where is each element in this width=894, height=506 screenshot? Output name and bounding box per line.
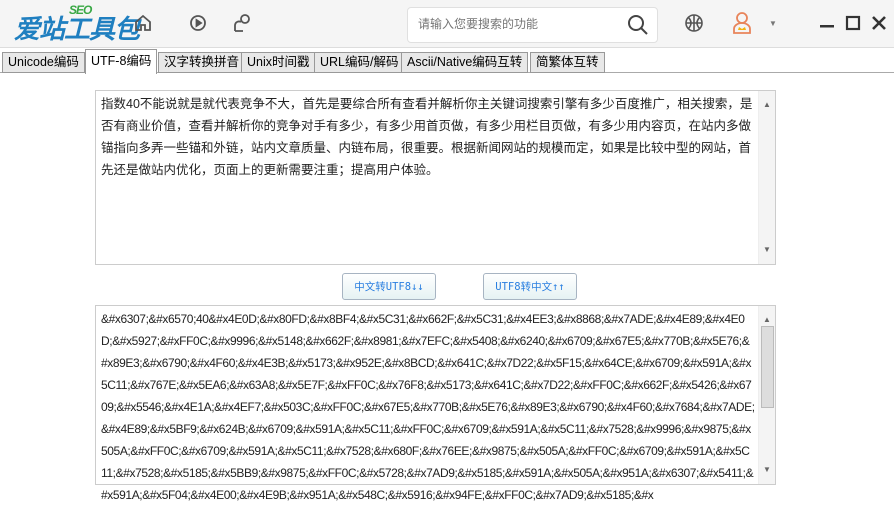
input-scrollbar[interactable]: ▲ ▼ [758,91,775,264]
input-text: 指数40不能说就是就代表竞争不大，首先是要综合所有查看并解析你主关键词搜索引擎有… [101,97,753,177]
home-icon[interactable] [125,5,161,41]
tab-utf8[interactable]: UTF-8编码 [85,49,158,74]
user-switch-icon[interactable] [224,5,260,41]
search-box[interactable] [407,7,658,43]
tab-unicode[interactable]: Unicode编码 [2,52,85,73]
output-textarea[interactable]: &#x6307;&#x6570;40&#x4E0D;&#x80FD;&#x8BF… [95,305,776,502]
scroll-down-icon[interactable]: ▼ [763,459,771,481]
app-logo: 爱站工具包 SEO [14,3,140,46]
tab-bar: Unicode编码 UTF-8编码 汉字转换拼音 Unix时间戳 URL编码/解… [0,49,894,74]
tab-url-encode[interactable]: URL编码/解码 [314,52,405,73]
scroll-down-icon[interactable]: ▼ [763,239,771,261]
tab-unix-timestamp[interactable]: Unix时间戳 [241,52,316,73]
search-input[interactable] [418,17,618,31]
to-chinese-button[interactable]: UTF8转中文↑↑ [483,273,577,300]
input-textarea[interactable]: 指数40不能说就是就代表竞争不大，首先是要综合所有查看并解析你主关键词搜索引擎有… [95,90,776,265]
dropdown-arrow-icon[interactable]: ▼ [760,5,786,41]
maximize-button[interactable] [842,12,864,34]
output-text: &#x6307;&#x6570;40&#x4E0D;&#x80FD;&#x8BF… [101,312,755,502]
logo-text: 爱站工具包 [14,14,140,44]
scroll-up-icon[interactable]: ▲ [763,94,771,116]
title-bar: 爱站工具包SEO ▼ [0,0,894,48]
close-button[interactable] [868,12,890,34]
output-scrollbar[interactable]: ▲ ▼ [758,306,775,484]
scroll-thumb[interactable] [761,326,774,408]
tab-simplified-traditional[interactable]: 简繁体互转 [530,52,605,73]
tab-ascii-native[interactable]: Ascii/Native编码互转 [401,52,529,73]
basketball-icon[interactable] [676,5,712,41]
logo-badge: SEO [69,3,92,17]
tab-pinyin[interactable]: 汉字转换拼音 [158,52,246,73]
search-icon[interactable] [627,14,649,41]
minimize-button[interactable] [816,12,838,34]
play-icon[interactable] [180,5,216,41]
to-utf8-button[interactable]: 中文转UTF8↓↓ [342,273,436,300]
user-avatar-icon[interactable] [724,5,760,41]
